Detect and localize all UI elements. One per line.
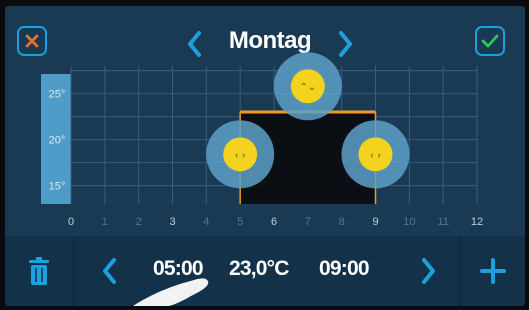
finger-pointer xyxy=(133,278,209,306)
thermostat-screen: Montag 25° 20° 15° 0 1 2 3 4 5 6 7 8 9 10 11 12 ‹ › ⌃⌄ ‹ ›… xyxy=(5,6,525,306)
